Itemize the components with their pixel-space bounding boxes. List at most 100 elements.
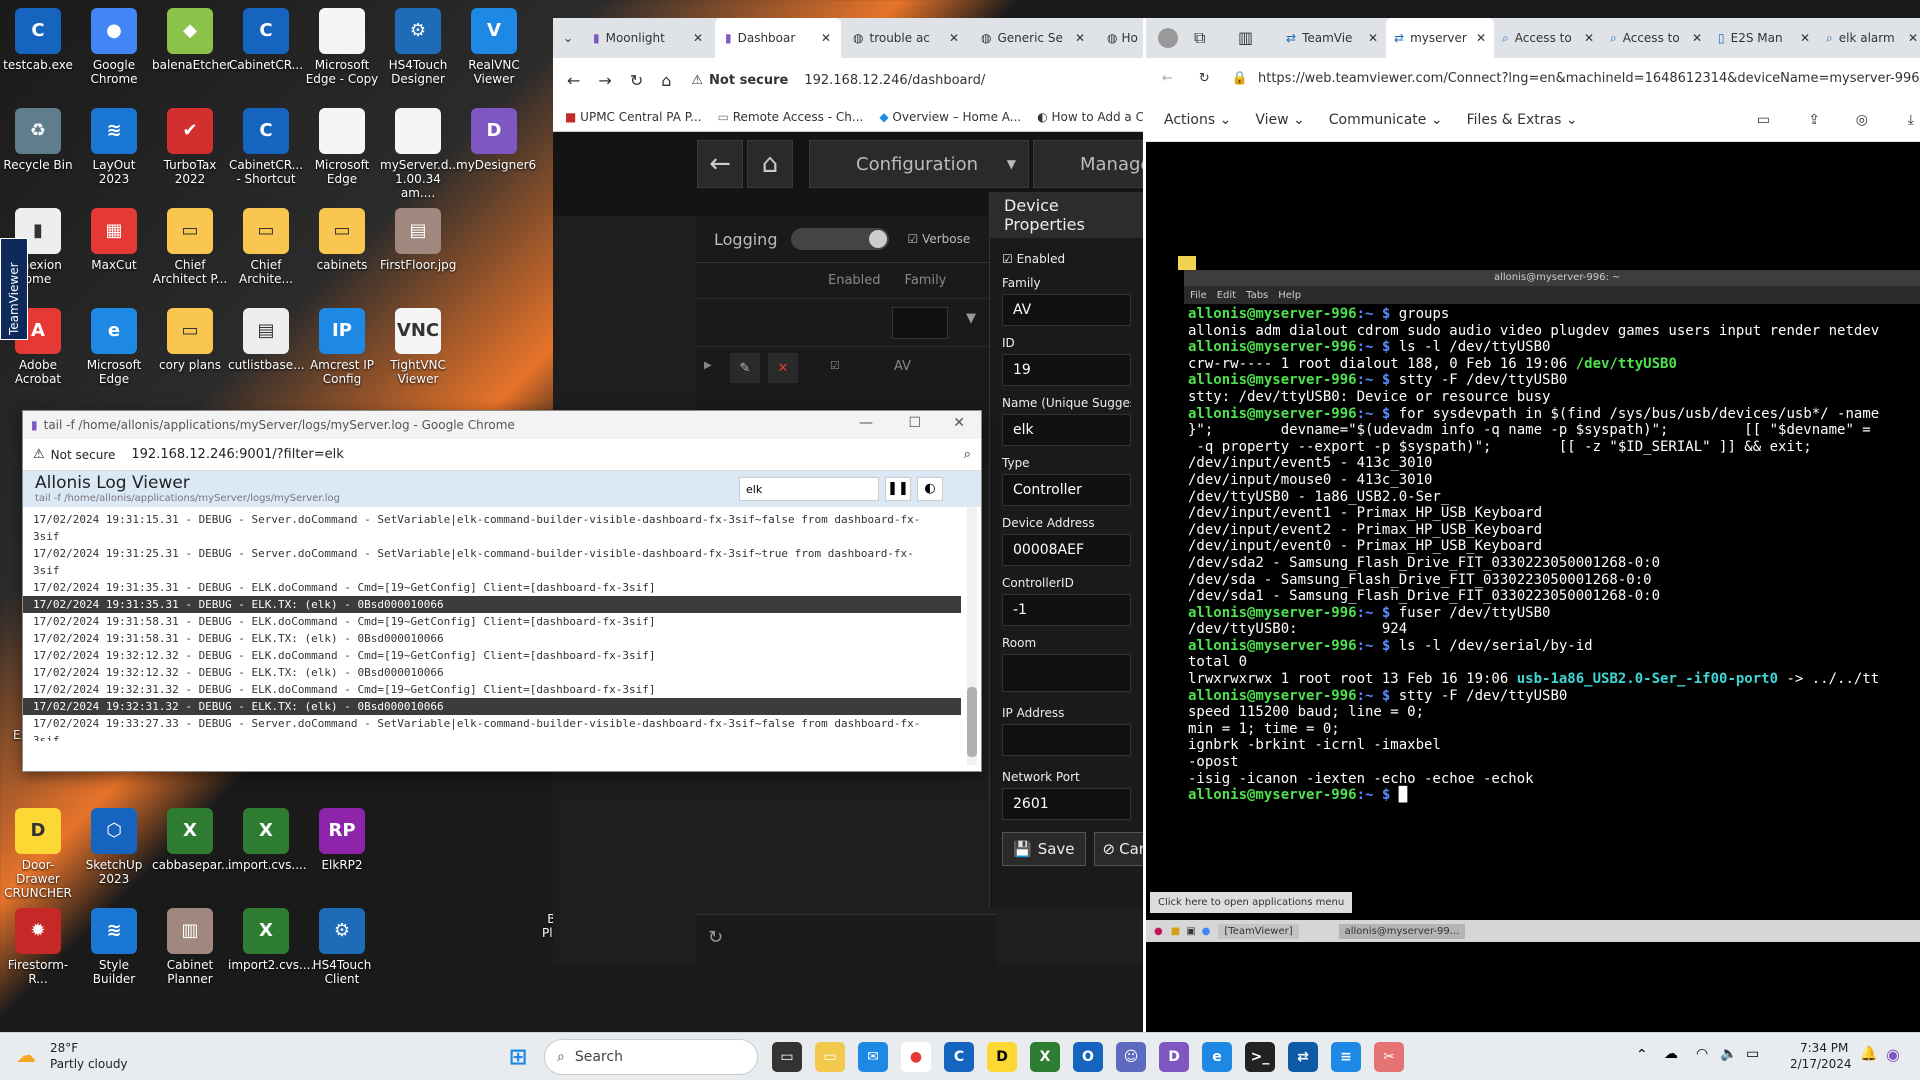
- screen-icon[interactable]: ▭: [1757, 112, 1770, 128]
- desktop-icon[interactable]: ▭ Chief Archite...: [228, 208, 304, 286]
- desktop-icon[interactable]: Microsoft Edge: [304, 108, 380, 186]
- terminal-body[interactable]: allonis@myserver-996:~ $ groups allonis a…: [1184, 304, 1920, 870]
- desktop-icon[interactable]: ≋ Style Builder: [76, 908, 152, 986]
- raspberry-menu-icon[interactable]: ●: [1154, 926, 1163, 937]
- tab-moonlight[interactable]: ▮ Moonlight ✕: [583, 18, 713, 58]
- start-icon[interactable]: ⊞: [503, 1042, 533, 1072]
- close-icon[interactable]: ✕: [821, 31, 831, 45]
- term-menu-file[interactable]: File: [1190, 290, 1207, 301]
- name-field[interactable]: elk: [1002, 414, 1131, 446]
- record-icon[interactable]: ◎: [1856, 112, 1868, 128]
- desktop-icon[interactable]: ≋ LayOut 2023: [76, 108, 152, 186]
- tv-tab[interactable]: ⌕ elk alarm ✕: [1818, 18, 1920, 58]
- tab-trouble[interactable]: ◍ trouble ac ✕: [843, 18, 969, 58]
- url-text[interactable]: https://web.teamviewer.com/Connect?lng=e…: [1258, 71, 1920, 86]
- save-button[interactable]: 💾 Save: [1002, 832, 1086, 866]
- close-icon[interactable]: ✕: [953, 415, 965, 431]
- address-field[interactable]: 00008AEF: [1002, 534, 1131, 566]
- desktop-icon[interactable]: ▤ FirstFloor.jpg: [380, 208, 456, 272]
- menu-actions[interactable]: Actions ⌄: [1164, 112, 1231, 128]
- desktop-icon[interactable]: IP Amcrest IP Config: [304, 308, 380, 386]
- delete-button[interactable]: ✕: [768, 353, 798, 383]
- battery-icon[interactable]: ▭: [1746, 1046, 1759, 1062]
- url-text[interactable]: 192.168.12.246:9001/?filter=elk: [131, 447, 343, 462]
- desktop-icon[interactable]: ▤ cutlistbase...: [228, 308, 305, 372]
- close-icon[interactable]: ✕: [1075, 31, 1085, 45]
- copilot-icon[interactable]: ◉: [1886, 1045, 1900, 1064]
- scroll-thumb[interactable]: [967, 687, 977, 757]
- desktop-icon[interactable]: DmyDesigner6: [456, 108, 536, 172]
- forward-icon[interactable]: →: [598, 71, 611, 90]
- type-field[interactable]: Controller: [1002, 474, 1131, 506]
- file-transfer-icon[interactable]: ⇪: [1808, 112, 1820, 128]
- weather-icon[interactable]: ☁: [16, 1043, 36, 1067]
- desktop-icon[interactable]: V RealVNC Viewer: [456, 8, 532, 86]
- maximize-icon[interactable]: ☐: [908, 415, 921, 431]
- desktop-icon[interactable]: Ximport.cvs....: [228, 808, 307, 872]
- snipping-icon[interactable]: ✂: [1374, 1042, 1404, 1072]
- tab-dashboard[interactable]: ▮ Dashboar ✕: [715, 18, 841, 58]
- room-field[interactable]: [1002, 654, 1131, 692]
- refresh-icon[interactable]: ↻: [708, 927, 723, 948]
- back-button[interactable]: ←: [697, 140, 743, 188]
- desktop-icon[interactable]: ▥ Cabinet Planner: [152, 908, 228, 986]
- desktop-icon[interactable]: ◆ balenaEtcher: [152, 8, 231, 72]
- tv-tab[interactable]: ▯ E2S Man ✕: [1710, 18, 1818, 58]
- close-icon[interactable]: ✕: [1904, 31, 1918, 45]
- desktop-icon[interactable]: ● Google Chrome: [76, 8, 152, 86]
- verbose-checkbox[interactable]: ☑ Verbose: [907, 232, 970, 246]
- people-icon[interactable]: ☺: [1116, 1042, 1146, 1072]
- desktop-icon[interactable]: VNC TightVNC Viewer: [380, 308, 456, 386]
- cabinet-icon[interactable]: C: [944, 1042, 974, 1072]
- teamviewer-side-tab[interactable]: TeamViewer: [0, 238, 28, 340]
- expand-icon[interactable]: ▶: [704, 360, 712, 371]
- desktop-icon[interactable]: ▭ cabinets: [304, 208, 380, 272]
- outlook-icon[interactable]: O: [1073, 1042, 1103, 1072]
- term-menu-tabs[interactable]: Tabs: [1246, 290, 1268, 301]
- tab-generic[interactable]: ◍ Generic Se ✕: [971, 18, 1095, 58]
- wifi-icon[interactable]: ◠: [1696, 1046, 1708, 1062]
- teamviewer-icon[interactable]: ⇄: [1288, 1042, 1318, 1072]
- download-icon[interactable]: ⤓: [1908, 112, 1914, 128]
- desktop-icon[interactable]: Ximport2.cvs....: [228, 908, 314, 972]
- logging-toggle[interactable]: [791, 228, 890, 250]
- files-icon[interactable]: ■: [1171, 926, 1180, 937]
- manage-button[interactable]: Manage: [1033, 140, 1152, 188]
- close-icon[interactable]: ✕: [693, 31, 703, 45]
- id-field[interactable]: 19: [1002, 354, 1131, 386]
- bookmark-howto[interactable]: ◐ How to Add a Ca: [1037, 110, 1143, 124]
- edit-button[interactable]: ✎: [730, 353, 760, 383]
- back-icon[interactable]: ←: [1162, 71, 1173, 86]
- bookmark-remote[interactable]: ▭ Remote Access - Ch...: [718, 110, 864, 124]
- close-icon[interactable]: ✕: [1796, 31, 1810, 45]
- controller-field[interactable]: -1: [1002, 594, 1131, 626]
- ip-field[interactable]: [1002, 724, 1131, 756]
- desktop-icon[interactable]: C CabinetCR... - Shortcut: [228, 108, 304, 186]
- tv-tab[interactable]: ⇄ myserver ✕: [1386, 18, 1494, 58]
- notepad-icon[interactable]: ≡: [1331, 1042, 1361, 1072]
- close-icon[interactable]: ✕: [949, 31, 959, 45]
- desktop-icon[interactable]: ♻ Recycle Bin: [0, 108, 76, 172]
- volume-icon[interactable]: 🔈: [1720, 1046, 1737, 1062]
- configuration-dropdown[interactable]: Configuration ▼: [809, 140, 1029, 188]
- bookmark-overview[interactable]: ◆ Overview – Home A...: [879, 110, 1021, 124]
- desktop-icon[interactable]: myServer.d... 1.00.34 am....: [380, 108, 460, 200]
- home-button[interactable]: ⌂: [747, 140, 793, 188]
- notification-icon[interactable]: 🔔: [1860, 1046, 1877, 1062]
- clock-date[interactable]: 2/17/2024: [1790, 1057, 1852, 1071]
- port-field[interactable]: 2601: [1002, 788, 1131, 820]
- log-scrollbar[interactable]: [967, 507, 977, 765]
- menu-view[interactable]: View ⌄: [1255, 112, 1304, 128]
- chrome-icon[interactable]: ●: [901, 1042, 931, 1072]
- theme-toggle-icon[interactable]: ◐: [917, 477, 943, 501]
- tab-actions-icon[interactable]: ⧉: [1194, 28, 1205, 48]
- tv-tab[interactable]: ⌕ Access to ✕: [1602, 18, 1710, 58]
- desktop-icon[interactable]: C CabinetCR...: [228, 8, 304, 72]
- desktop-icon[interactable]: Xcabbasepar...: [152, 808, 232, 872]
- excel-icon[interactable]: X: [1030, 1042, 1060, 1072]
- pause-button[interactable]: ❚❚: [885, 477, 911, 501]
- file-explorer-icon[interactable]: ▭: [815, 1042, 845, 1072]
- bookmark-upmc[interactable]: ■ UPMC Central PA P...: [565, 110, 702, 124]
- search-box[interactable]: ⌕ Search: [544, 1039, 758, 1075]
- table-row[interactable]: ▶ ✎ ✕ ☑ AV: [696, 347, 996, 391]
